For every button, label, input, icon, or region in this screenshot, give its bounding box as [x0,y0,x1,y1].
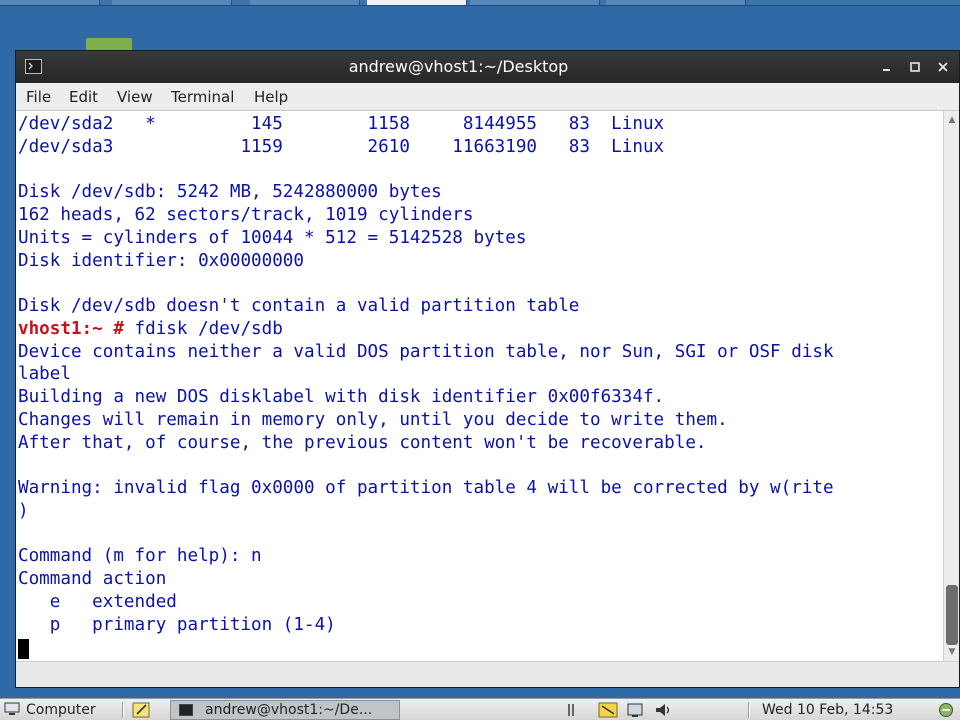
notes-tray-icon[interactable] [598,702,618,718]
terminal-line: Disk /dev/sdb doesn't contain a valid pa… [18,296,580,316]
terminal-window: andrew@vhost1:~/Desktop File Edit View T… [15,50,960,688]
terminal-output[interactable]: /dev/sda2 * 145 1158 8144955 83 Linux/de… [16,111,943,661]
menu-view[interactable]: View [117,88,153,106]
computer-icon [4,702,20,716]
computer-menu-button[interactable]: Computer [4,700,96,720]
menu-edit[interactable]: Edit [69,88,98,106]
text-cursor [18,639,29,659]
menubar: File Edit View Terminal Help [16,83,959,111]
taskbar-terminal-task[interactable]: andrew@vhost1:~/De... [170,700,400,720]
terminal-line: Disk /dev/sdb: 5242 MB, 5242880000 bytes [18,182,442,203]
window-bottom-edge [16,661,959,687]
terminal-icon [179,704,193,716]
maximize-icon[interactable] [905,57,925,77]
terminal-line: label [18,364,71,385]
terminal-line: /dev/sda3 1159 2610 11663190 83 Linux [18,136,665,157]
scroll-down-arrow-icon[interactable]: ▼ [947,647,957,657]
tab-segment[interactable] [0,0,100,5]
terminal-line: ) [18,500,29,521]
text-editor-launcher-icon[interactable] [131,701,153,719]
taskbar-clock[interactable]: Wed 10 Feb, 14:53 [762,700,893,720]
terminal-line: Warning: invalid flag 0x0000 of partitio… [18,478,834,498]
vertical-scrollbar[interactable]: ▲ ▼ [943,111,959,661]
terminal-line: vhost1:~ # fdisk /dev/sdb [18,318,283,340]
session-tray-icon[interactable] [936,702,956,718]
menu-file[interactable]: File [26,88,51,106]
tray-grip-icon [566,702,576,718]
tab-segment[interactable] [112,0,232,5]
terminal-line: Device contains neither a valid DOS part… [18,341,834,362]
menu-help[interactable]: Help [254,88,288,106]
terminal-line: Changes will remain in memory only, unti… [18,409,728,430]
volume-tray-icon[interactable] [654,702,674,718]
network-tray-icon[interactable] [626,702,646,718]
window-titlebar[interactable]: andrew@vhost1:~/Desktop [16,51,959,83]
tab-segment[interactable] [606,0,746,5]
minimize-icon[interactable] [877,57,897,77]
terminal-line: 162 heads, 62 sectors/track, 1019 cylind… [18,205,474,225]
tab-segment[interactable] [470,0,600,5]
terminal-line: Building a new DOS disklabel with disk i… [18,387,665,407]
taskbar-separator [122,702,124,718]
terminal-line: Disk identifier: 0x00000000 [18,250,304,271]
shell-prompt: vhost1:~ # [18,318,124,339]
close-icon[interactable] [933,57,953,77]
tab-segment-active[interactable] [367,0,467,5]
menu-terminal[interactable]: Terminal [171,88,234,106]
tab-segment[interactable] [250,0,360,5]
window-title: andrew@vhost1:~/Desktop [348,57,569,76]
terminal-line: e extended [18,591,177,612]
computer-menu-label: Computer [26,702,96,718]
scrollbar-thumb[interactable] [946,585,958,645]
browser-tab-strip [0,0,960,6]
terminal-line: Units = cylinders of 10044 * 512 = 51425… [18,227,527,248]
terminal-line: Command action [18,569,167,589]
scroll-up-arrow-icon[interactable]: ▲ [947,115,957,125]
terminal-line: Command (m for help): n [18,546,262,567]
shell-command: fdisk /dev/sdb [123,318,283,339]
taskbar: Computer andrew@vhost1:~/De... Wed 10 Fe… [0,698,960,720]
terminal-line: After that, of course, the previous cont… [18,432,707,453]
taskbar-separator [748,702,750,718]
terminal-line: /dev/sda2 * 145 1158 8144955 83 Linux [18,114,665,134]
taskbar-task-label: andrew@vhost1:~/De... [205,702,373,718]
terminal-line: p primary partition (1-4) [18,614,336,635]
